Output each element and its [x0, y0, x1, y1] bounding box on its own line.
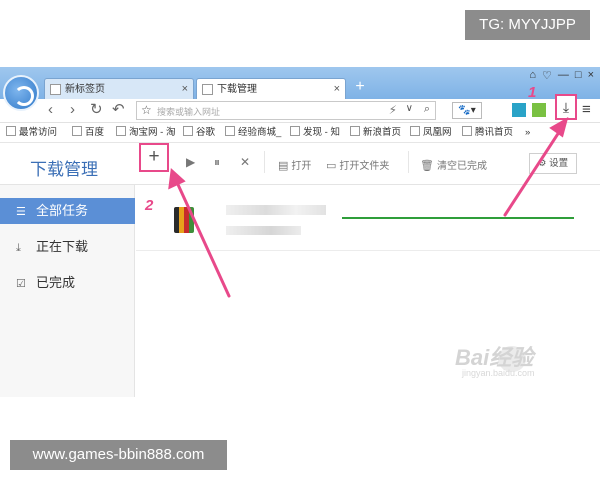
- download-toolbar: 下载管理 ▶ ⏸ ✕ ▤ 打开 ▭ 打开文件夹 🗑 清空已完成 ⚙ 设置: [0, 143, 600, 185]
- refresh-icon[interactable]: ↻: [90, 101, 103, 119]
- callout-number-1: 1: [528, 84, 537, 101]
- maximize-icon[interactable]: □: [575, 69, 582, 82]
- search-engine-selector[interactable]: 🐾▾: [452, 102, 482, 119]
- download-sidebar: ☰ 全部任务 ⤓ 正在下载 ☑ 已完成: [0, 185, 135, 397]
- browser-logo-icon[interactable]: [3, 75, 39, 111]
- open-folder-button[interactable]: ▭ 打开文件夹: [326, 157, 389, 172]
- page-title: 下载管理: [30, 160, 98, 179]
- folder-icon: [6, 126, 16, 136]
- search-icon[interactable]: ⌕: [424, 103, 430, 116]
- start-icon[interactable]: ▶: [186, 155, 195, 169]
- close-window-icon[interactable]: ×: [588, 69, 594, 82]
- download-icon: ⤓: [16, 242, 21, 254]
- bookmark-item[interactable]: 谷歌: [183, 126, 215, 140]
- minimize-icon[interactable]: —: [558, 69, 569, 82]
- sidebar-item-downloading[interactable]: ⤓ 正在下载: [0, 234, 135, 260]
- page-icon: [350, 126, 360, 136]
- page-icon: [50, 84, 61, 95]
- window-controls: ⌂ ♡ — □ ×: [529, 69, 594, 82]
- tab-download-manager[interactable]: 下载管理 ×: [196, 78, 346, 99]
- address-bar[interactable]: ☆ 搜索或输入网址 ⚡ ∨ ⌕: [136, 101, 436, 120]
- bookmark-item[interactable]: 最常访问: [6, 126, 57, 140]
- bookmark-item[interactable]: 新浪首页: [350, 126, 401, 140]
- download-icon: [202, 84, 213, 95]
- file-name-blurred: [226, 205, 326, 215]
- bookmark-item[interactable]: 淘宝网 - 淘: [116, 126, 175, 140]
- skin-icon[interactable]: ♡: [542, 69, 552, 82]
- chevron-down-icon[interactable]: ∨: [406, 103, 413, 114]
- extension-icon[interactable]: [512, 103, 526, 117]
- divider: [408, 151, 409, 173]
- sidebar-item-completed[interactable]: ☑ 已完成: [0, 270, 135, 296]
- download-task-row[interactable]: [136, 185, 600, 251]
- watermark-url: jingyan.baidu.com: [462, 368, 535, 378]
- home-icon[interactable]: ⌂: [529, 69, 536, 82]
- tab-close-icon[interactable]: ×: [334, 79, 340, 100]
- page-icon: [183, 126, 193, 136]
- bookmark-item[interactable]: 凤凰网: [410, 126, 452, 140]
- add-task-button[interactable]: +: [139, 143, 169, 172]
- tab-label: 新标签页: [65, 84, 105, 95]
- pause-icon[interactable]: ⏸: [214, 155, 220, 170]
- taobao-icon: [116, 126, 126, 136]
- list-icon: ☰: [16, 206, 26, 218]
- download-progress-bar: [342, 217, 574, 219]
- download-button[interactable]: ⤓: [555, 94, 577, 120]
- bookmark-item[interactable]: 发现 - 知: [290, 126, 340, 140]
- tg-badge: TG: MYYJJPP: [465, 10, 590, 40]
- bookmarks-bar: 最常访问 百度 淘宝网 - 淘 谷歌 经验商城_ 发现 - 知 新浪首页 凤凰网…: [0, 123, 600, 143]
- nav-bar: ‹ › ↻ ↶ ☆ 搜索或输入网址 ⚡ ∨ ⌕ 🐾▾ ≡: [0, 99, 600, 123]
- extension-icon[interactable]: [532, 103, 546, 117]
- site-badge: www.games-bbin888.com: [10, 440, 227, 470]
- download-progress-fill: [342, 217, 574, 219]
- bookmarks-more-icon[interactable]: »: [525, 126, 530, 140]
- back-icon[interactable]: ‹: [48, 101, 53, 119]
- open-button[interactable]: ▤ 打开: [278, 157, 311, 172]
- sidebar-item-all-tasks[interactable]: ☰ 全部任务: [0, 198, 135, 224]
- file-meta-blurred: [226, 226, 301, 235]
- clear-completed-button[interactable]: 🗑 清空已完成: [420, 157, 487, 172]
- bookmark-item[interactable]: 腾讯首页: [462, 126, 513, 140]
- file-type-icon: [174, 207, 194, 233]
- address-placeholder: 搜索或输入网址: [157, 107, 221, 117]
- trash-icon: 🗑: [420, 160, 434, 172]
- gear-icon: ⚙: [537, 158, 547, 169]
- lightning-icon[interactable]: ⚡: [389, 103, 397, 117]
- open-file-icon: ▤: [278, 160, 289, 172]
- menu-icon[interactable]: ≡: [582, 101, 591, 119]
- tencent-icon: [462, 126, 472, 136]
- callout-number-2: 2: [145, 197, 154, 214]
- zhihu-icon: [290, 126, 300, 136]
- tab-bar: 新标签页 × 下载管理 × + ⌂ ♡ — □ ×: [0, 67, 600, 99]
- settings-button[interactable]: ⚙ 设置: [529, 153, 577, 174]
- new-tab-button[interactable]: +: [350, 78, 370, 98]
- delete-icon[interactable]: ✕: [240, 155, 250, 169]
- baidu-icon: [72, 126, 82, 136]
- checkbox-icon: ☑: [16, 278, 26, 290]
- tab-label: 下载管理: [217, 84, 257, 95]
- tab-close-icon[interactable]: ×: [182, 79, 188, 100]
- bookmark-item[interactable]: 经验商城_: [225, 126, 281, 140]
- folder-icon: ▭: [326, 160, 337, 172]
- page-icon: [225, 126, 235, 136]
- tab-new-tab-page[interactable]: 新标签页 ×: [44, 78, 194, 99]
- divider: [264, 151, 265, 173]
- forward-icon[interactable]: ›: [70, 101, 75, 119]
- undo-icon[interactable]: ↶: [112, 101, 125, 119]
- bookmark-item[interactable]: 百度: [72, 126, 104, 140]
- ifeng-icon: [410, 126, 420, 136]
- star-icon[interactable]: ☆: [141, 103, 152, 117]
